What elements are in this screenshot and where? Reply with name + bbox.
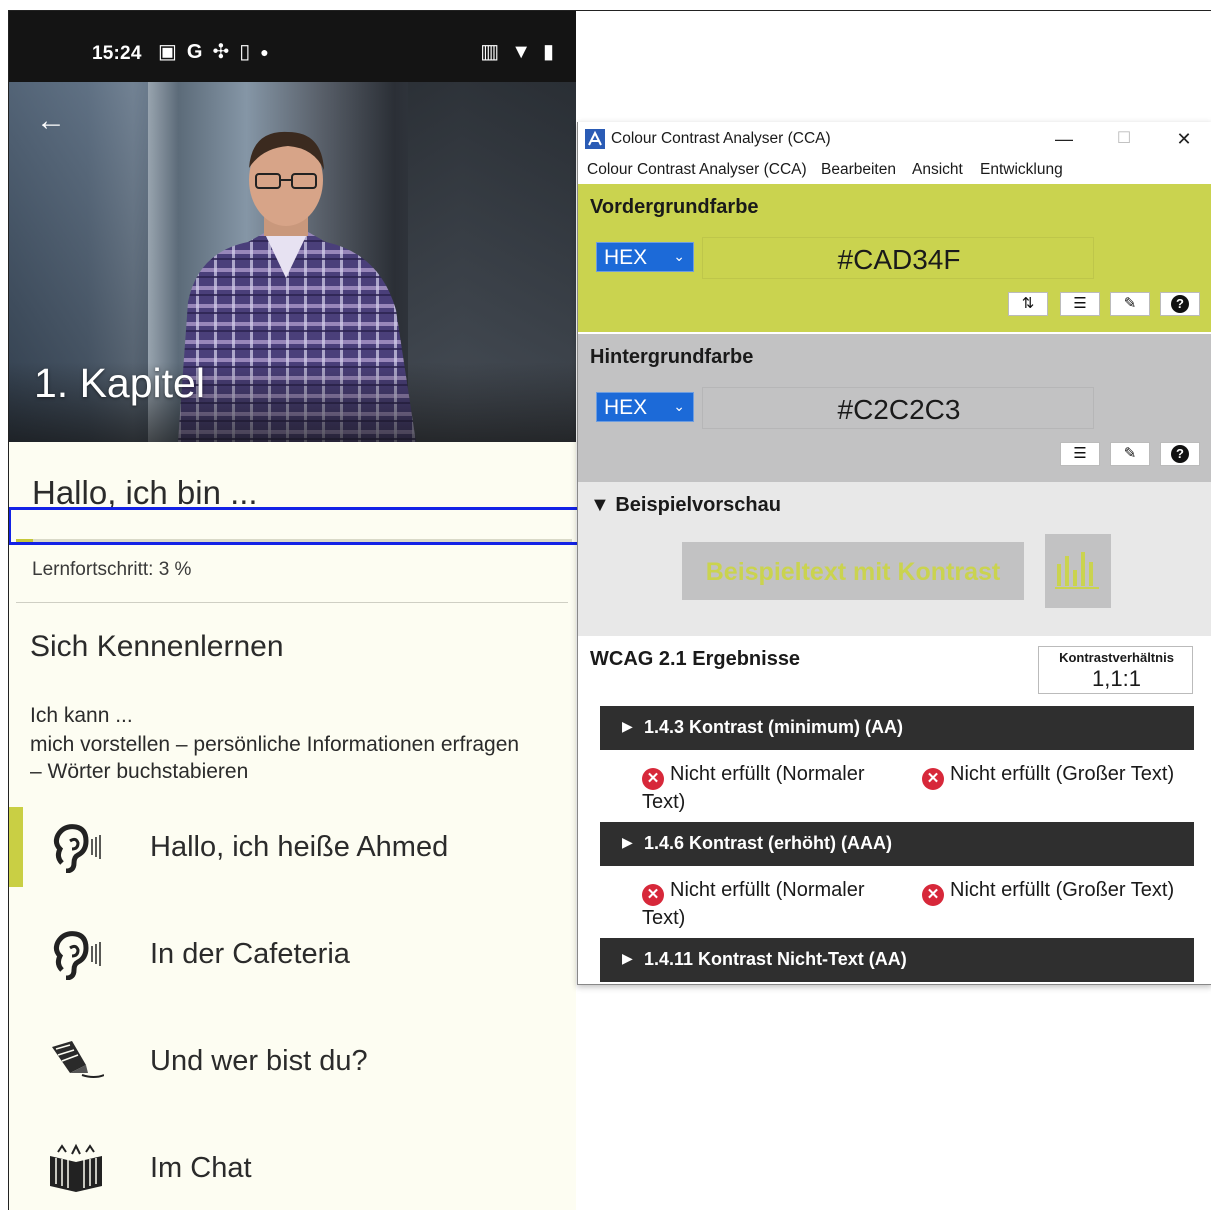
result-text: Nicht erfüllt (Großer Text) <box>950 879 1175 901</box>
image-notification-icon: ▣ <box>158 41 177 63</box>
fail-icon: ✕ <box>642 768 664 790</box>
lesson-item[interactable]: In der Cafeteria <box>8 914 576 994</box>
foreground-hex-input[interactable]: #CAD34F <box>702 237 1094 279</box>
expand-triangle-icon: ▶ <box>622 950 633 966</box>
lesson-item[interactable]: Und wer bist du? <box>8 1021 576 1101</box>
criterion-header[interactable]: ▶ 1.4.3 Kontrast (minimum) (AA) <box>600 706 1194 750</box>
title-bar: Colour Contrast Analyser (CCA) — ☐ ✕ <box>578 122 1211 156</box>
progress-label: Lernfortschritt: 3 % <box>32 559 192 580</box>
audio-icon <box>53 931 101 980</box>
expand-triangle-icon: ▶ <box>622 834 633 850</box>
eyedropper-icon[interactable]: ✎ <box>1110 292 1150 316</box>
foreground-hex-value: #CAD34F <box>837 244 961 275</box>
result-large-text: ✕ Nicht erfüllt (Großer Text) <box>922 878 1202 906</box>
wcag-results-title: WCAG 2.1 Ergebnisse <box>590 648 801 670</box>
fail-icon: ✕ <box>642 884 664 906</box>
contrast-ratio-value: 1,1:1 <box>1092 666 1141 691</box>
cca-window: Colour Contrast Analyser (CCA) — ☐ ✕ Col… <box>577 122 1211 985</box>
maximize-button[interactable]: ☐ <box>1104 126 1144 152</box>
more-notifications-dot-icon: ● <box>260 44 269 60</box>
fan-notification-icon: ✣ <box>212 41 230 63</box>
lesson-item[interactable]: Im Chat <box>8 1128 576 1208</box>
lesson-item[interactable]: Hallo, ich heiße Ahmed <box>8 807 576 887</box>
background-hex-input[interactable]: #C2C2C3 <box>702 387 1094 429</box>
chart-icon <box>1055 552 1099 589</box>
google-notification-icon: G <box>186 41 203 63</box>
contrast-ratio-label: Kontrastverhältnis <box>1059 650 1174 665</box>
foreground-format-value: HEX <box>604 246 648 269</box>
result-text: Nicht erfüllt (Normaler Text) <box>642 763 865 813</box>
divider <box>16 602 568 603</box>
chapter-title: 1. Kapitel <box>34 360 205 406</box>
status-time: 15:24 <box>92 43 142 64</box>
lesson-label: In der Cafeteria <box>150 938 350 970</box>
sliders-icon[interactable]: ☰ <box>1060 442 1100 466</box>
learning-goals-detail: mich vorstellen – persönliche Informatio… <box>30 733 520 783</box>
menu-edit[interactable]: Bearbeiten <box>821 161 896 179</box>
menu-view[interactable]: Ansicht <box>912 161 963 179</box>
lesson-label: Hallo, ich heiße Ahmed <box>150 831 449 863</box>
foreground-title: Vordergrundfarbe <box>590 196 759 218</box>
reading-icon <box>50 1143 102 1192</box>
swap-colors-icon[interactable]: ⇅ <box>1008 292 1048 316</box>
menu-development[interactable]: Entwicklung <box>980 161 1063 179</box>
download-notification-icon: ▯ <box>239 41 251 63</box>
audio-icon <box>53 824 101 873</box>
chapter-hero-image: ← 1. Kapitel <box>8 82 576 442</box>
status-bar: 15:24 ▣ G ✣ ▯ ● ▥ ▼ ▮ <box>8 10 576 82</box>
criterion-header[interactable]: ▶ 1.4.11 Kontrast Nicht-Text (AA) <box>600 938 1194 982</box>
menu-bar: Colour Contrast Analyser (CCA) Bearbeite… <box>578 156 1211 184</box>
chevron-down-icon: ⌄ <box>673 398 685 414</box>
section-title: Sich Kennenlernen <box>30 630 284 663</box>
phone-screen: 15:24 ▣ G ✣ ▯ ● ▥ ▼ ▮ ← 1. Kapitel Hallo… <box>8 10 576 1210</box>
eyedropper-icon[interactable]: ✎ <box>1110 442 1150 466</box>
background-format-value: HEX <box>604 396 648 419</box>
vibrate-icon: ▥ <box>480 41 500 63</box>
learning-goals-intro: Ich kann ... <box>30 704 133 727</box>
contrast-ratio-box: Kontrastverhältnis 1,1:1 <box>1038 646 1193 694</box>
window-title: Colour Contrast Analyser (CCA) <box>611 130 831 147</box>
result-normal-text: ✕ Nicht erfüllt (Normaler Text) <box>642 762 892 814</box>
lesson-label: Im Chat <box>150 1152 252 1184</box>
criterion-header[interactable]: ▶ 1.4.6 Kontrast (erhöht) (AAA) <box>600 822 1194 866</box>
background-format-select[interactable]: HEX ⌄ <box>596 392 694 422</box>
foreground-format-select[interactable]: HEX ⌄ <box>596 242 694 272</box>
criterion-label: 1.4.11 Kontrast Nicht-Text (AA) <box>644 949 907 969</box>
fail-icon: ✕ <box>922 768 944 790</box>
result-large-text: ✕ Nicht erfüllt (Großer Text) <box>922 762 1202 790</box>
minimize-button[interactable]: — <box>1044 126 1084 152</box>
expand-triangle-icon: ▶ <box>622 718 633 734</box>
result-text: Nicht erfüllt (Normaler Text) <box>642 879 865 929</box>
foreground-color-panel: Vordergrundfarbe HEX ⌄ #CAD34F ⇅ ☰ ✎ ? <box>578 184 1211 332</box>
criterion-label: 1.4.3 Kontrast (minimum) (AA) <box>644 717 904 737</box>
menu-app[interactable]: Colour Contrast Analyser (CCA) <box>587 161 807 179</box>
close-button[interactable]: ✕ <box>1164 126 1204 152</box>
back-arrow-icon[interactable]: ← <box>36 106 66 136</box>
preview-icon-sample <box>1045 534 1111 608</box>
background-title: Hintergrundfarbe <box>590 346 754 368</box>
preview-text: Beispieltext mit Kontrast <box>705 558 1001 586</box>
progress-highlight-box <box>8 507 582 545</box>
wifi-icon: ▼ <box>511 41 531 63</box>
help-icon[interactable]: ? <box>1160 292 1200 316</box>
preview-panel: ▼ Beispielvorschau Beispieltext mit Kont… <box>578 482 1211 636</box>
sliders-icon[interactable]: ☰ <box>1060 292 1100 316</box>
criterion-label: 1.4.6 Kontrast (erhöht) (AAA) <box>644 833 893 853</box>
writing-icon <box>52 1041 104 1078</box>
result-text: Nicht erfüllt (Großer Text) <box>950 763 1175 785</box>
preview-toggle[interactable]: ▼ Beispielvorschau <box>590 494 781 517</box>
background-color-panel: Hintergrundfarbe HEX ⌄ #C2C2C3 ☰ ✎ ? <box>578 334 1211 482</box>
background-hex-value: #C2C2C3 <box>837 394 961 425</box>
preview-text-sample: Beispieltext mit Kontrast <box>682 542 1024 600</box>
cca-logo-icon <box>585 129 605 149</box>
chevron-down-icon: ⌄ <box>673 248 685 264</box>
lesson-label: Und wer bist du? <box>150 1045 368 1077</box>
result-normal-text: ✕ Nicht erfüllt (Normaler Text) <box>642 878 892 930</box>
fail-icon: ✕ <box>922 884 944 906</box>
help-icon[interactable]: ? <box>1160 442 1200 466</box>
battery-icon: ▮ <box>542 41 554 63</box>
current-lesson-indicator <box>8 807 23 887</box>
